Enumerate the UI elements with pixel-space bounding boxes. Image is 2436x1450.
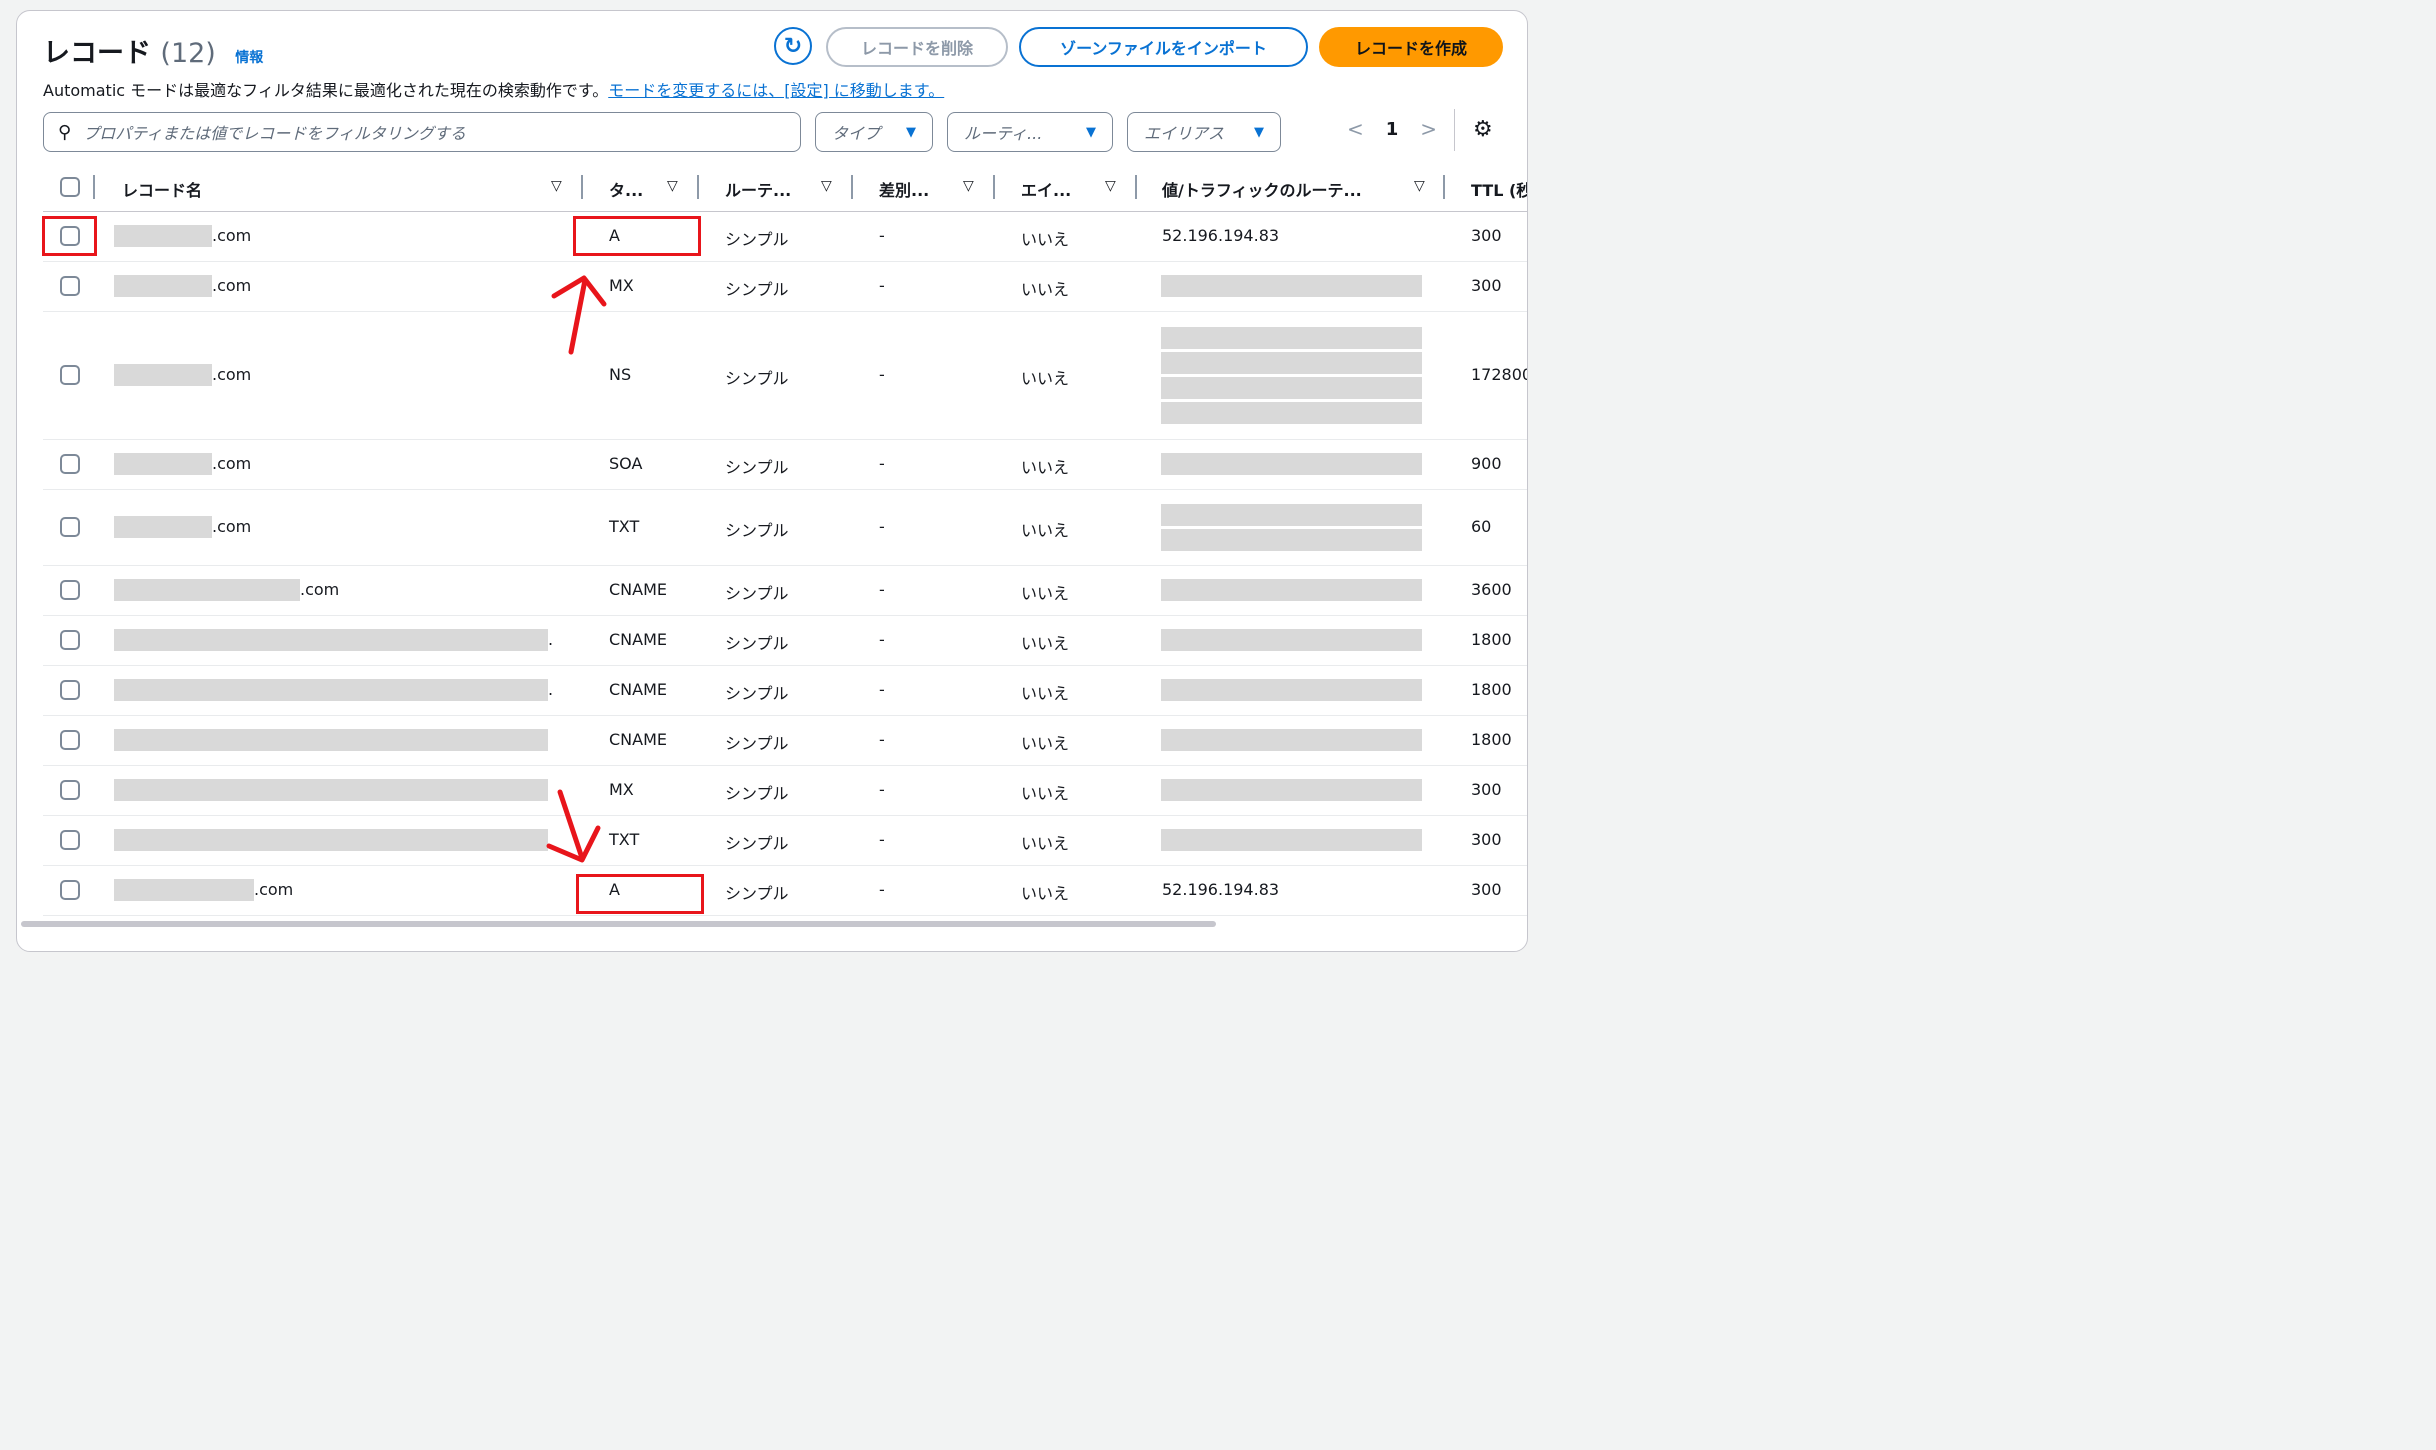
annotation-arrows <box>546 275 607 863</box>
annotation-arrow-down <box>557 789 585 861</box>
annotation-arrow-up <box>568 277 588 355</box>
